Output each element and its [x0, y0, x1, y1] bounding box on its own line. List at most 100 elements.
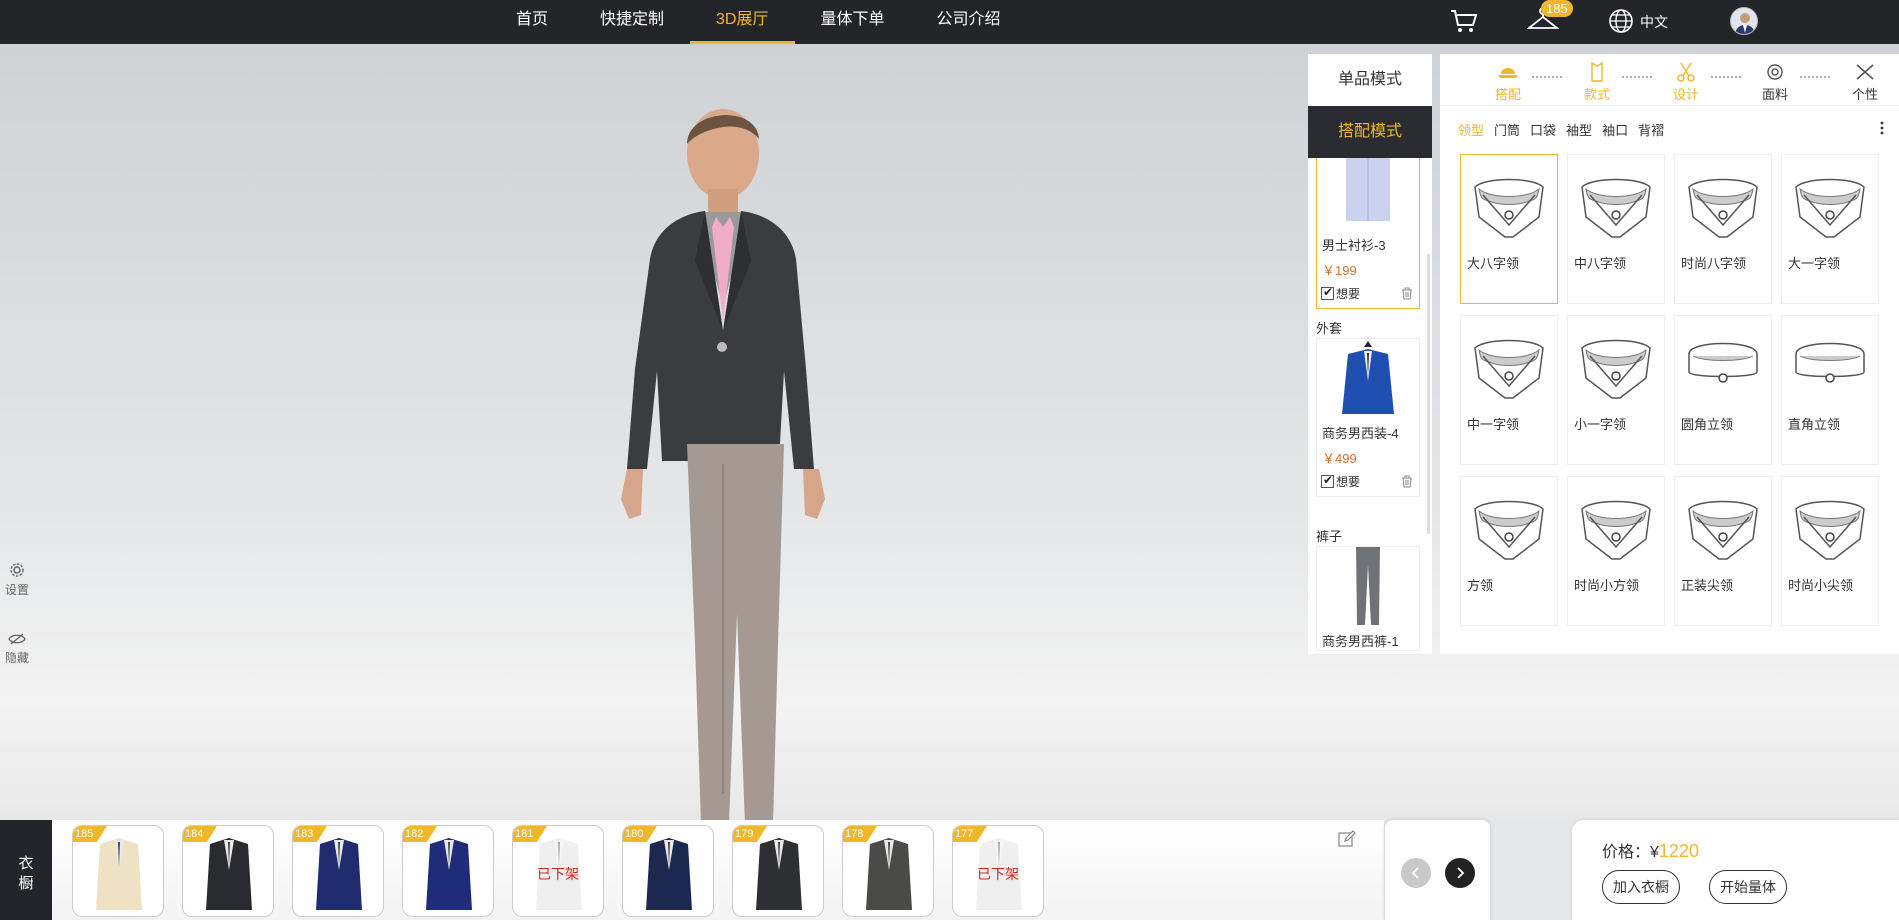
subtab-sleeve[interactable]: 袖型 — [1566, 120, 1592, 139]
item-card-jacket[interactable]: 商务男西装-4 ￥499 想要 — [1316, 338, 1420, 497]
collar-option[interactable]: 方领 — [1460, 476, 1558, 626]
mode-panel: 单品模式 搭配模式 男士衬衫-3 ￥199 想要 外套 — [1308, 54, 1432, 654]
eye-off-icon — [8, 633, 26, 645]
collar-option-label: 时尚八字领 — [1681, 256, 1747, 271]
hat-icon — [1498, 68, 1518, 78]
collar-option[interactable]: 直角立领 — [1781, 315, 1879, 465]
step-style[interactable]: 款式 — [1577, 62, 1617, 103]
add-to-wardrobe-button[interactable]: 加入衣橱 — [1602, 870, 1680, 904]
more-vertical-icon[interactable] — [1879, 120, 1885, 136]
step-design[interactable]: 设计 — [1666, 62, 1706, 103]
item-card-pants[interactable]: 商务男西裤-1 — [1316, 546, 1420, 651]
off-shelf-label: 已下架 — [977, 866, 1019, 882]
suit-icon — [96, 838, 142, 910]
hide-button[interactable]: 隐藏 — [0, 632, 34, 666]
subtab-placket[interactable]: 门筒 — [1494, 120, 1520, 139]
start-measure-button[interactable]: 开始量体 — [1709, 870, 1787, 904]
subtab-pocket[interactable]: 口袋 — [1530, 120, 1556, 139]
collar-option[interactable]: 时尚小方领 — [1567, 476, 1665, 626]
collar-option-label: 时尚小尖领 — [1788, 578, 1854, 593]
suit-icon — [756, 838, 802, 910]
wardrobe-thumbnails: 185 184 183 182 181 已下架 180 179 178 177 已下架 — [52, 820, 1384, 920]
cart-icon[interactable] — [1450, 8, 1478, 34]
combo-mode-button[interactable]: 搭配模式 — [1308, 106, 1432, 158]
settings-button[interactable]: 设置 — [0, 562, 34, 598]
collar-subtabs: 领型 门筒 口袋 袖型 袖口 背褶 — [1458, 120, 1664, 139]
collar-icon — [1474, 500, 1544, 560]
main-nav: 首页 快捷定制 3D展厅 量体下单 公司介绍 — [490, 0, 1027, 44]
wardrobe-thumbnail[interactable]: 180 — [622, 825, 714, 917]
wardrobe-thumbnail[interactable]: 178 — [842, 825, 934, 917]
step-personal[interactable]: 个性 — [1845, 62, 1885, 103]
collar-option[interactable]: 圆角立领 — [1674, 315, 1772, 465]
item-card-shirt[interactable]: 男士衬衫-3 ￥199 想要 — [1316, 158, 1420, 309]
fabric-roll-icon — [1767, 64, 1783, 80]
pants-thumbnail — [1356, 547, 1380, 625]
wardrobe-tab[interactable]: 衣橱 — [0, 820, 52, 920]
subtab-cuff[interactable]: 袖口 — [1602, 120, 1628, 139]
collar-icon — [1581, 178, 1651, 238]
collar-option[interactable]: 时尚小尖领 — [1781, 476, 1879, 626]
settings-label: 设置 — [4, 583, 29, 597]
thumbnail-pager — [1385, 820, 1490, 920]
nav-quick-custom[interactable]: 快捷定制 — [574, 0, 690, 44]
wardrobe-thumbnail[interactable]: 182 — [402, 825, 494, 917]
edit-icon[interactable] — [1338, 830, 1356, 848]
wardrobe-thumbnail[interactable]: 179 — [732, 825, 824, 917]
wardrobe-thumbnail[interactable]: 184 — [182, 825, 274, 917]
nav-3d-showroom[interactable]: 3D展厅 — [690, 0, 795, 44]
trash-icon[interactable] — [1401, 475, 1413, 488]
item-name: 商务男西裤-1 — [1322, 634, 1399, 649]
nav-company[interactable]: 公司介绍 — [911, 0, 1027, 44]
single-mode-button[interactable]: 单品模式 — [1308, 54, 1432, 106]
collar-option[interactable]: 中一字领 — [1460, 315, 1558, 465]
collar-option[interactable]: 大一字领 — [1781, 154, 1879, 304]
chevron-left-icon — [1411, 867, 1419, 879]
want-checkbox[interactable]: 想要 — [1321, 473, 1360, 490]
nav-home[interactable]: 首页 — [490, 0, 574, 44]
chevron-right-icon — [1457, 867, 1465, 879]
prev-page-button[interactable] — [1401, 858, 1431, 888]
want-checkbox[interactable]: 想要 — [1321, 285, 1360, 302]
next-page-button[interactable] — [1445, 858, 1475, 888]
subtab-back-pleat[interactable]: 背褶 — [1638, 120, 1664, 139]
collar-option[interactable]: 正装尖领 — [1674, 476, 1772, 626]
collar-option[interactable]: 时尚八字领 — [1674, 154, 1772, 304]
top-navbar: 首页 快捷定制 3D展厅 量体下单 公司介绍 185 中文 — [0, 0, 1899, 44]
user-avatar[interactable] — [1730, 7, 1758, 35]
3d-mannequin[interactable] — [590, 84, 860, 864]
category-label-pants: 裤子 — [1316, 529, 1343, 544]
collar-icon — [1581, 339, 1651, 399]
collar-option[interactable]: 大八字领 — [1460, 154, 1558, 304]
step-match[interactable]: 搭配 — [1488, 62, 1528, 103]
avatar-person-icon — [1735, 13, 1755, 34]
collar-option-label: 方领 — [1467, 578, 1494, 593]
wardrobe-thumbnail[interactable]: 183 — [292, 825, 384, 917]
item-name: 商务男西装-4 — [1322, 426, 1399, 441]
collar-option[interactable]: 小一字领 — [1567, 315, 1665, 465]
collar-icon — [1581, 500, 1651, 560]
gear-icon — [10, 563, 24, 577]
collar-option-label: 小一字领 — [1574, 417, 1627, 432]
step-fabric[interactable]: 面料 — [1755, 62, 1795, 103]
list-scrollbar[interactable] — [1427, 254, 1430, 534]
selected-items-list[interactable]: 男士衬衫-3 ￥199 想要 外套 商务男西装-4 ￥499 想要 — [1308, 158, 1432, 654]
suit-icon — [866, 838, 912, 910]
collar-icon — [1474, 339, 1544, 399]
subtab-collar[interactable]: 领型 — [1458, 120, 1484, 139]
language-switch[interactable]: 中文 — [1640, 12, 1668, 32]
collar-option[interactable]: 中八字领 — [1567, 154, 1665, 304]
collar-option-label: 圆角立领 — [1681, 417, 1734, 432]
wardrobe-thumbnail[interactable]: 185 — [72, 825, 164, 917]
trash-icon[interactable] — [1401, 287, 1413, 300]
item-name: 男士衬衫-3 — [1322, 238, 1386, 253]
nav-measure-order[interactable]: 量体下单 — [795, 0, 911, 44]
wardrobe-thumbnail[interactable]: 181 已下架 — [512, 825, 604, 917]
price-display: 价格：¥1220 — [1602, 841, 1699, 861]
wardrobe-thumbnail[interactable]: 177 已下架 — [952, 825, 1044, 917]
collar-option-label: 大八字领 — [1467, 256, 1520, 271]
hanger-count-badge: 185 — [1541, 0, 1573, 17]
scissors-icon — [1677, 62, 1695, 82]
globe-icon[interactable] — [1608, 8, 1634, 34]
suit-icon — [646, 838, 692, 910]
